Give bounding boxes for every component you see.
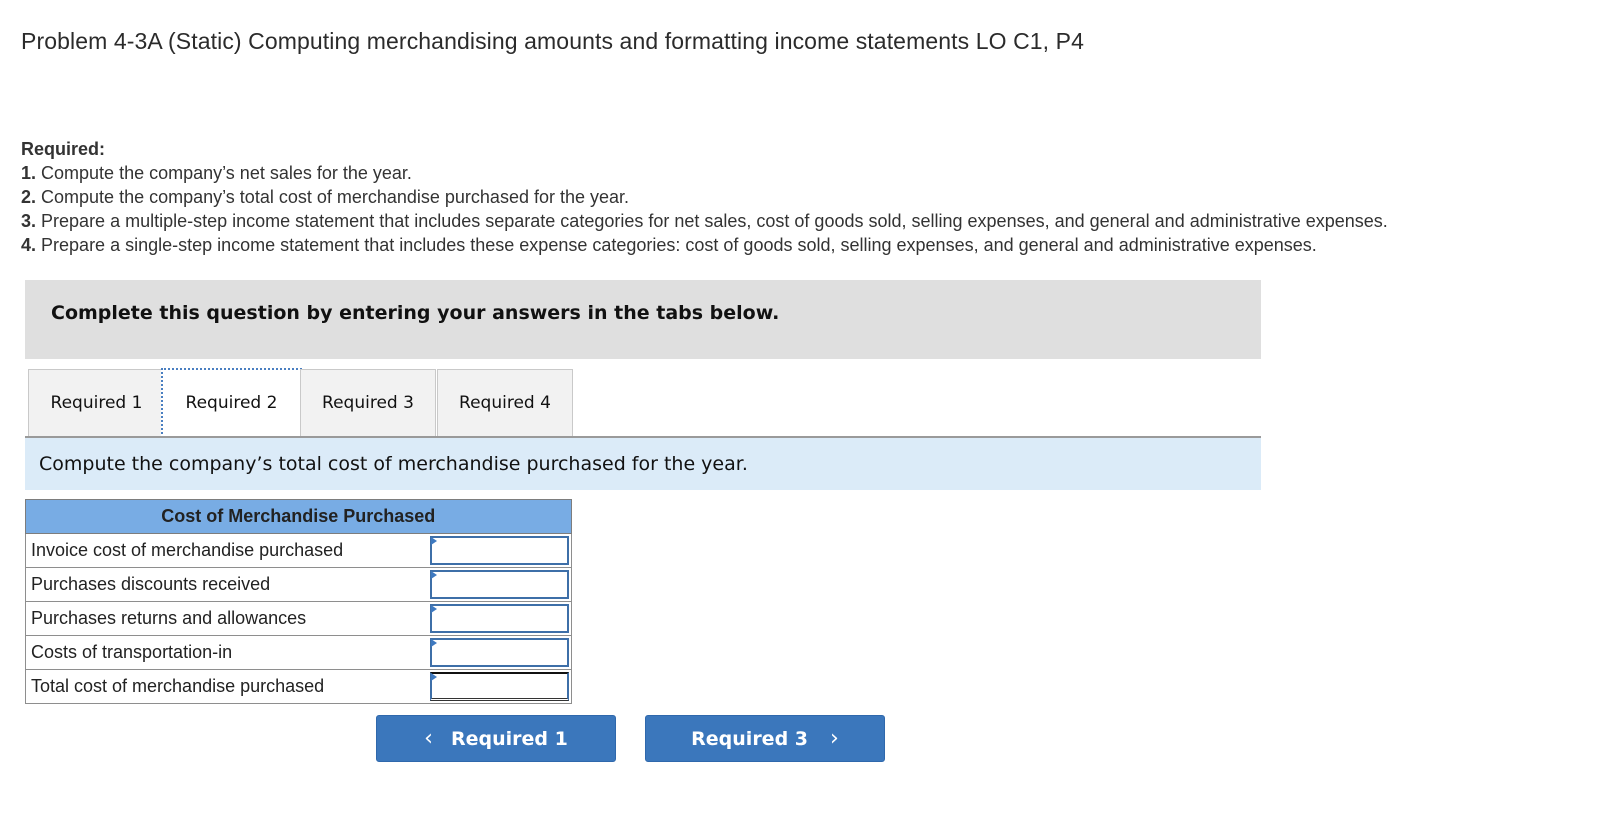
table-row: Purchases returns and allowances bbox=[25, 601, 572, 636]
required-section: Required: 1. Compute the company’s net s… bbox=[21, 137, 1388, 257]
required-item-text: Prepare a multiple-step income statement… bbox=[41, 211, 1388, 231]
prev-required-button[interactable]: ‹ Required 1 bbox=[376, 715, 616, 762]
tab-required-4[interactable]: Required 4 bbox=[437, 369, 573, 436]
required-item-number: 3. bbox=[21, 211, 37, 231]
next-required-button[interactable]: Required 3 › bbox=[645, 715, 885, 762]
tab-required-2[interactable]: Required 2 bbox=[161, 368, 302, 438]
required-item: 3. Prepare a multiple-step income statem… bbox=[21, 209, 1388, 233]
required-item: 4. Prepare a single-step income statemen… bbox=[21, 233, 1388, 257]
row-label: Costs of transportation-in bbox=[25, 635, 426, 670]
required-item: 1. Compute the company’s net sales for t… bbox=[21, 161, 1388, 185]
next-button-label: Required 3 bbox=[691, 727, 809, 750]
chevron-right-icon: › bbox=[830, 726, 839, 751]
cost-of-merchandise-table: Cost of Merchandise Purchased Invoice co… bbox=[25, 499, 572, 704]
instructions-banner: Complete this question by entering your … bbox=[25, 280, 1261, 359]
purchases-returns-input[interactable] bbox=[429, 604, 569, 633]
required-item-number: 1. bbox=[21, 163, 37, 183]
transportation-in-input[interactable] bbox=[429, 638, 569, 667]
total-cost-input[interactable] bbox=[429, 672, 569, 701]
tab-required-1[interactable]: Required 1 bbox=[28, 369, 165, 436]
invoice-cost-input[interactable] bbox=[429, 536, 569, 565]
row-label: Purchases discounts received bbox=[25, 567, 426, 602]
purchases-discounts-input[interactable] bbox=[429, 570, 569, 599]
page-title: Problem 4-3A (Static) Computing merchand… bbox=[21, 28, 1084, 54]
tab-description-text: Compute the company’s total cost of merc… bbox=[39, 453, 748, 475]
required-item-number: 2. bbox=[21, 187, 37, 207]
chevron-left-icon: ‹ bbox=[424, 726, 433, 751]
row-label: Total cost of merchandise purchased bbox=[25, 669, 426, 704]
instructions-text: Complete this question by entering your … bbox=[51, 302, 780, 324]
required-item-text: Compute the company’s total cost of merc… bbox=[41, 187, 630, 207]
required-item-number: 4. bbox=[21, 235, 37, 255]
required-item-text: Prepare a single-step income statement t… bbox=[41, 235, 1317, 255]
table-row-total: Total cost of merchandise purchased bbox=[25, 669, 572, 704]
required-item-text: Compute the company’s net sales for the … bbox=[41, 163, 412, 183]
tab-description-banner: Compute the company’s total cost of merc… bbox=[25, 438, 1261, 490]
row-label: Purchases returns and allowances bbox=[25, 601, 426, 636]
required-heading: Required: bbox=[21, 139, 106, 159]
prev-button-label: Required 1 bbox=[450, 727, 568, 750]
table-row: Purchases discounts received bbox=[25, 567, 572, 602]
required-item: 2. Compute the company’s total cost of m… bbox=[21, 185, 1388, 209]
row-label: Invoice cost of merchandise purchased bbox=[25, 533, 426, 568]
table-row: Costs of transportation-in bbox=[25, 635, 572, 670]
table-header: Cost of Merchandise Purchased bbox=[25, 499, 572, 534]
table-row: Invoice cost of merchandise purchased bbox=[25, 533, 572, 568]
tab-required-3[interactable]: Required 3 bbox=[300, 369, 436, 436]
